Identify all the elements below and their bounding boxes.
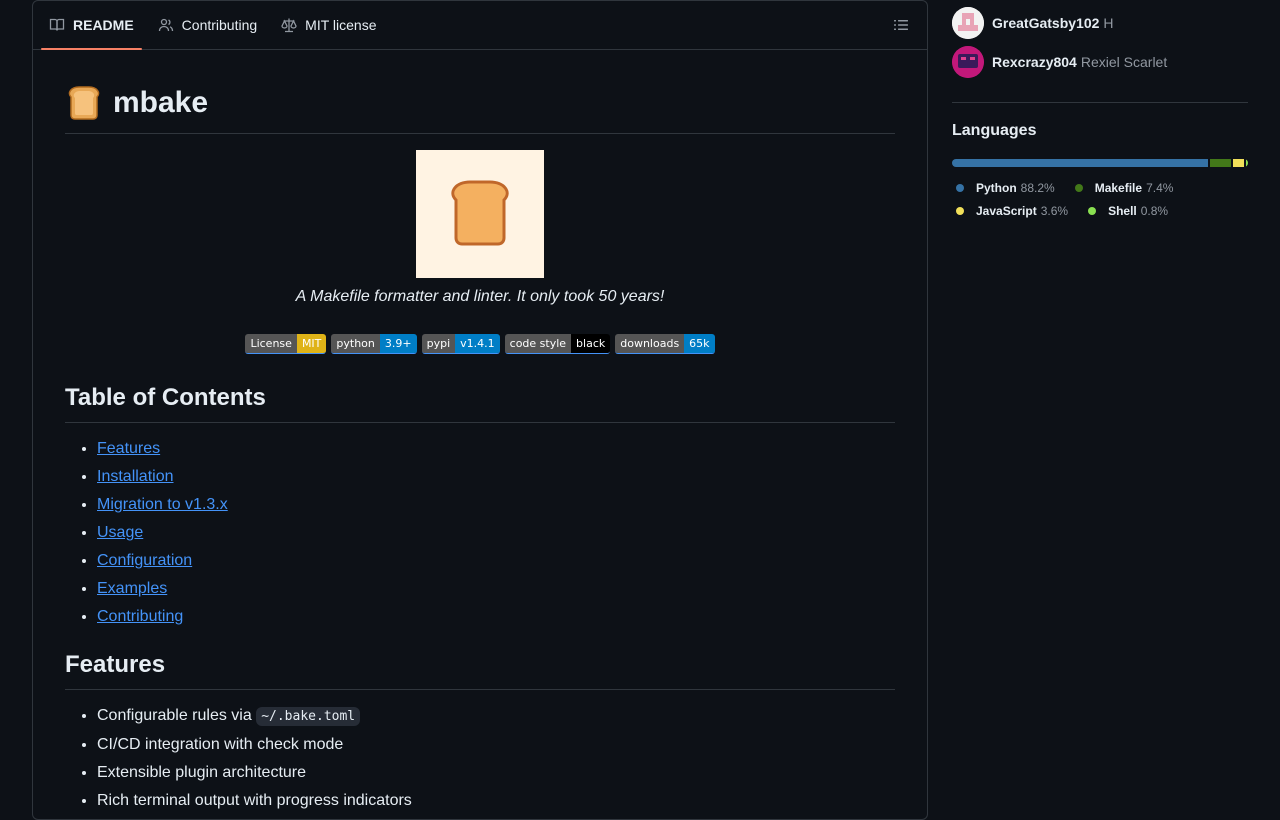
language-item-python[interactable]: Python 88.2% xyxy=(956,176,1055,199)
list-item: Features xyxy=(97,439,895,459)
toc-link-features[interactable]: Features xyxy=(97,440,160,457)
list-item: Extensible plugin architecture xyxy=(97,763,895,783)
contributor-name: H xyxy=(1103,15,1114,31)
avatar[interactable] xyxy=(952,46,984,78)
contributor-name: Rexiel Scarlet xyxy=(1080,54,1168,70)
feature-text: Configurable rules via xyxy=(97,707,257,724)
badge-label: License xyxy=(245,334,297,353)
tab-contributing-label: Contributing xyxy=(181,17,258,33)
badge-label: code style xyxy=(504,334,572,353)
badge-value: v1.4.1 xyxy=(455,334,500,353)
list-item: Migration to v1.3.x xyxy=(97,495,895,515)
repo-sidebar: GreatGatsby102 H Rexcrazy804 Rexiel Scar… xyxy=(952,0,1248,222)
javascript-dot-icon xyxy=(956,206,964,215)
mbake-logo-image xyxy=(416,150,544,278)
people-icon xyxy=(158,18,173,32)
avatar[interactable] xyxy=(952,7,984,39)
readme-content: mbake A Makefile formatter and linter. I… xyxy=(33,84,927,811)
language-percent: 88.2% xyxy=(1020,180,1055,195)
contributor-row[interactable]: Rexcrazy804 Rexiel Scarlet xyxy=(952,46,1248,78)
languages-heading: Languages xyxy=(952,122,1037,139)
shell-dot-icon xyxy=(1088,206,1097,215)
language-name: JavaScript xyxy=(976,203,1037,218)
badge-label: python xyxy=(331,334,380,353)
badge-label: pypi xyxy=(421,334,456,353)
language-percent: 7.4% xyxy=(1146,180,1174,195)
readme-tabs: README Contributing MIT license xyxy=(33,1,927,50)
language-bar-segment-shell xyxy=(1245,159,1248,167)
readme-title: mbake xyxy=(65,84,895,134)
outline-button[interactable] xyxy=(891,15,911,35)
language-item-makefile[interactable]: Makefile 7.4% xyxy=(1074,176,1174,199)
downloads-badge[interactable]: downloads 65k xyxy=(615,334,715,354)
tab-readme-label: README xyxy=(73,17,134,33)
badge-label: downloads xyxy=(615,334,685,353)
python-badge[interactable]: python 3.9+ xyxy=(331,334,417,354)
toc-link-installation[interactable]: Installation xyxy=(97,468,174,485)
list-item: Configuration xyxy=(97,551,895,571)
list-item: Rich terminal output with progress indic… xyxy=(97,791,895,811)
toc-link-configuration[interactable]: Configuration xyxy=(97,552,192,569)
language-bar-segment-python xyxy=(952,159,1208,167)
list-item: CI/CD integration with check mode xyxy=(97,735,895,755)
language-name: Makefile xyxy=(1094,180,1143,195)
list-item: Usage xyxy=(97,523,895,543)
tab-readme[interactable]: README xyxy=(41,1,142,50)
repo-name: mbake xyxy=(113,85,209,119)
toc-link-usage[interactable]: Usage xyxy=(97,524,143,541)
badge-value: black xyxy=(571,334,611,353)
license-badge[interactable]: License MIT xyxy=(245,334,327,354)
readme-panel: README Contributing MIT license mbake A … xyxy=(32,0,928,820)
language-name: Shell xyxy=(1108,203,1137,218)
badge-value: 65k xyxy=(684,334,715,353)
language-bar-segment-makefile xyxy=(1209,159,1232,167)
makefile-dot-icon xyxy=(1074,183,1083,192)
list-item: Contributing xyxy=(97,607,895,627)
tab-license[interactable]: MIT license xyxy=(273,1,384,49)
language-percent: 0.8% xyxy=(1140,203,1169,218)
toc-heading: Table of Contents xyxy=(65,384,895,423)
tab-license-label: MIT license xyxy=(305,17,377,33)
toast-icon xyxy=(451,180,509,246)
list-item: Installation xyxy=(97,467,895,487)
badge-value: 3.9+ xyxy=(379,334,417,353)
toc-link-examples[interactable]: Examples xyxy=(97,580,167,597)
pypi-badge[interactable]: pypi v1.4.1 xyxy=(421,334,500,354)
badge-value: MIT xyxy=(296,334,327,353)
language-percent: 3.6% xyxy=(1040,203,1069,218)
python-dot-icon xyxy=(956,183,964,192)
toc-list: Features Installation Migration to v1.3.… xyxy=(65,439,895,627)
toc-link-migration[interactable]: Migration to v1.3.x xyxy=(97,496,228,513)
list-item: Examples xyxy=(97,579,895,599)
language-item-shell[interactable]: Shell 0.8% xyxy=(1088,199,1168,222)
language-list: Python 88.2% Makefile 7.4% JavaScript 3.… xyxy=(952,176,1248,222)
contributor-row[interactable]: GreatGatsby102 H xyxy=(952,7,1248,39)
toc-link-contributing[interactable]: Contributing xyxy=(97,608,183,625)
bread-emoji-icon xyxy=(65,85,103,121)
language-bar xyxy=(952,159,1248,167)
contributor-login[interactable]: GreatGatsby102 xyxy=(992,15,1099,31)
language-item-javascript[interactable]: JavaScript 3.6% xyxy=(956,199,1068,222)
features-heading: Features xyxy=(65,651,895,690)
tab-contributing[interactable]: Contributing xyxy=(150,1,266,49)
tagline: A Makefile formatter and linter. It only… xyxy=(295,288,665,305)
code-style-badge[interactable]: code style black xyxy=(504,334,611,354)
features-list: Configurable rules via ~/.bake.toml CI/C… xyxy=(65,706,895,811)
sidebar-divider xyxy=(952,102,1248,103)
book-icon xyxy=(49,18,65,31)
contributor-login[interactable]: Rexcrazy804 xyxy=(992,54,1077,70)
inline-code: ~/.bake.toml xyxy=(256,707,361,726)
list-item: Configurable rules via ~/.bake.toml xyxy=(97,706,895,727)
list-unordered-icon xyxy=(894,20,908,30)
badges-row: License MIT python 3.9+ pypi v1.4.1 code… xyxy=(65,334,895,354)
language-bar-segment-javascript xyxy=(1233,159,1244,167)
law-icon xyxy=(281,18,297,33)
language-name: Python xyxy=(976,180,1017,195)
